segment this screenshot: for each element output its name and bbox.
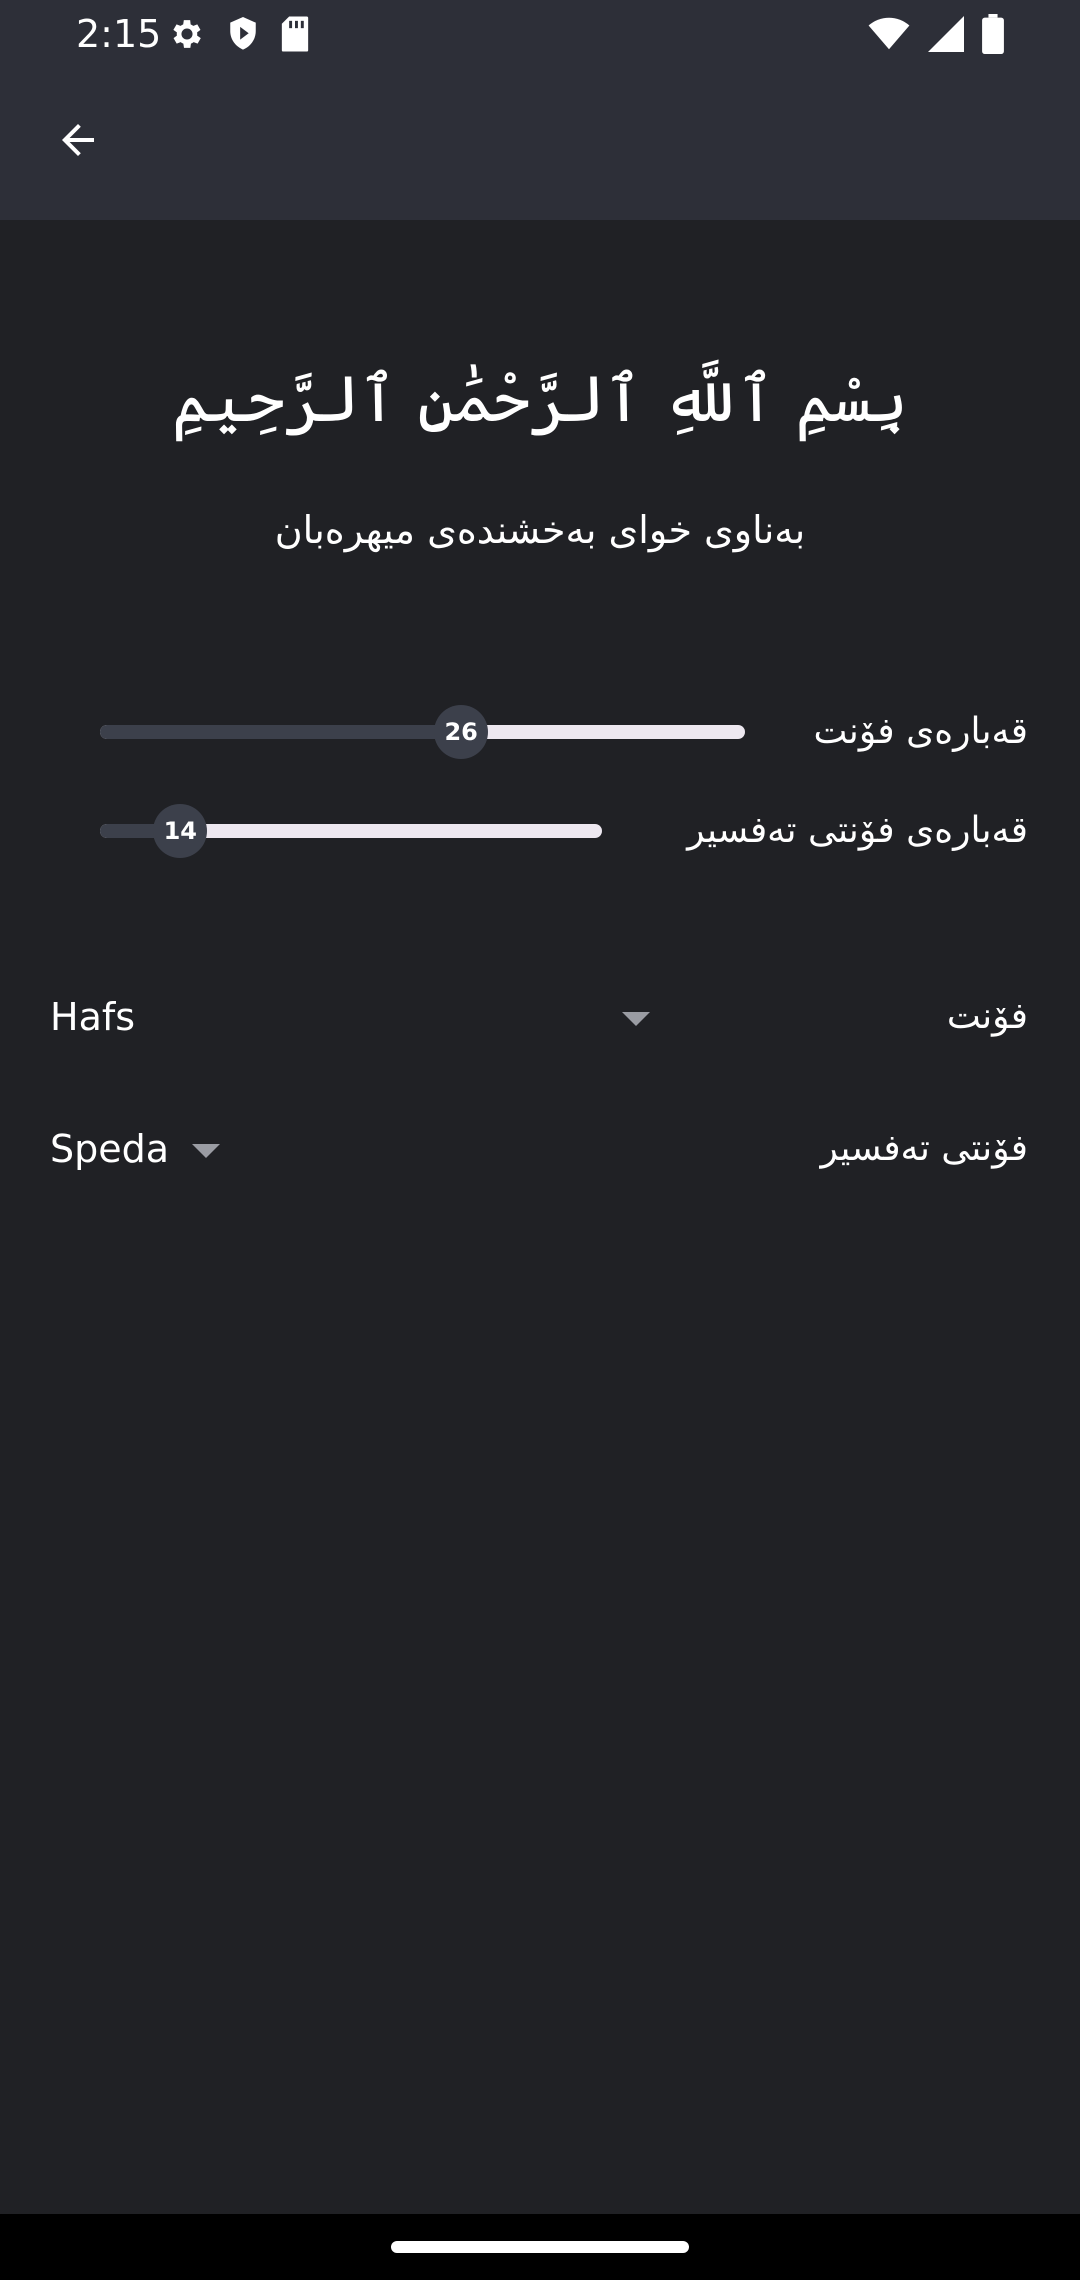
arrow-back-icon — [62, 124, 94, 156]
home-gesture-handle[interactable] — [391, 2241, 689, 2253]
battery-icon — [982, 14, 1004, 54]
status-time: 2:15 — [76, 12, 162, 56]
shield-icon — [230, 17, 256, 50]
dropdown-arrow-icon — [622, 1012, 650, 1026]
font-size-row: قەبارەی فۆنت 26 — [0, 692, 1080, 772]
font-size-label: قەبارەی فۆنت — [813, 711, 1028, 752]
arabic-preview-text: بِسْمِ ٱللَّهِ ٱلرَّحْمَٰنِ ٱلرَّحِيمِ — [171, 363, 909, 437]
tafsir-font-size-row: قەبارەی فۆنتی تەفسیر 14 — [0, 791, 1080, 871]
tafsir-font-row: فۆنتی تەفسیر Speda — [0, 1104, 1080, 1194]
font-label: فۆنت — [946, 996, 1028, 1037]
status-left-icons — [168, 14, 310, 54]
cell-signal-icon — [928, 16, 964, 52]
navigation-bar — [0, 2214, 1080, 2280]
font-selected-value: Hafs — [50, 995, 136, 1039]
sd-card-icon — [281, 16, 309, 52]
font-size-slider[interactable]: 26 — [100, 692, 745, 772]
wifi-icon — [868, 17, 910, 50]
translation-preview-text: بەناوی خوای بەخشندەی میهرەبان — [274, 508, 806, 552]
dropdown-arrow-icon — [192, 1144, 220, 1158]
tafsir-font-selected-value: Speda — [50, 1127, 170, 1171]
slider-thumb[interactable]: 26 — [434, 705, 489, 759]
back-button[interactable] — [40, 102, 116, 178]
tafsir-font-size-label: قەبارەی فۆنتی تەفسیر — [687, 810, 1028, 851]
tafsir-font-label: فۆنتی تەفسیر — [820, 1128, 1028, 1169]
status-bar: 2:15 — [0, 0, 1080, 70]
app-bar — [0, 70, 1080, 220]
font-dropdown[interactable]: Hafs — [50, 972, 660, 1062]
tafsir-font-dropdown[interactable]: Speda — [50, 1104, 230, 1194]
status-right-icons — [868, 14, 1004, 54]
font-row: فۆنت Hafs — [0, 972, 1080, 1062]
settings-gear-icon — [173, 20, 201, 48]
slider-thumb[interactable]: 14 — [153, 804, 208, 858]
slider-fill — [100, 725, 462, 739]
tafsir-font-size-slider[interactable]: 14 — [100, 791, 602, 871]
